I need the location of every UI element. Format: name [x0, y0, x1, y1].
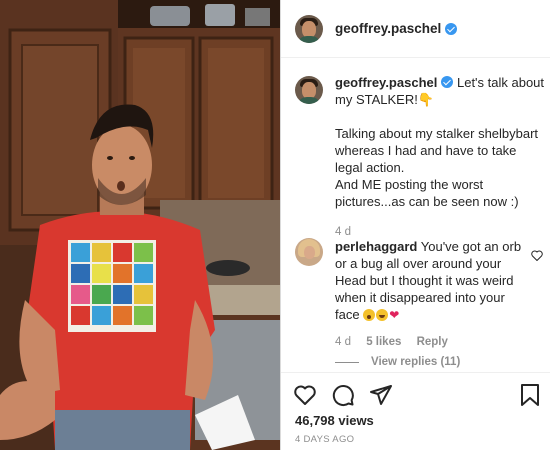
comment-item: perlehaggard You've got an orb or a bug … — [295, 238, 545, 351]
post-photo — [0, 0, 280, 450]
caption-body-2: And ME posting the worst pictures...as c… — [335, 177, 519, 209]
comment-age: 4 d — [335, 336, 351, 348]
paper-plane-icon[interactable] — [369, 383, 393, 407]
verified-icon — [445, 22, 458, 35]
view-count[interactable]: 46,798 views — [295, 413, 374, 428]
view-replies-label: View replies (11) — [371, 356, 461, 368]
red-heart-icon: ❤ — [389, 308, 400, 322]
reply-button[interactable]: Reply — [417, 336, 448, 348]
astonished-face-icon — [363, 309, 376, 321]
post-media[interactable] — [0, 0, 280, 450]
heart-icon[interactable] — [293, 383, 317, 407]
verified-icon — [441, 76, 454, 88]
post-header: geoffrey.paschel — [281, 0, 550, 58]
comment-username[interactable]: perlehaggard — [335, 239, 417, 254]
comment-like-heart-icon[interactable] — [531, 250, 543, 261]
bookmark-icon[interactable] — [519, 383, 541, 407]
post-timestamp: 4 DAYS AGO — [295, 434, 355, 445]
divider — [335, 361, 359, 363]
action-bar: 46,798 views 4 DAYS AGO — [281, 372, 550, 450]
view-replies-button[interactable]: View replies (11) — [335, 356, 460, 368]
post-panel: geoffrey.paschel geoffrey.paschel Let's … — [280, 0, 550, 450]
avatar[interactable] — [295, 14, 323, 43]
caption-body: Talking about my stalker shelbybart wher… — [335, 126, 539, 175]
comment-likes[interactable]: 5 likes — [366, 336, 401, 348]
caption-username[interactable]: geoffrey.paschel — [335, 75, 437, 90]
caption-avatar[interactable] — [295, 76, 323, 104]
post-caption: geoffrey.paschel Let's talk about my STA… — [295, 74, 545, 241]
comment-avatar[interactable] — [295, 238, 323, 266]
header-username[interactable]: geoffrey.paschel — [335, 21, 441, 36]
comment-icon[interactable] — [331, 383, 355, 407]
laughing-face-icon — [376, 309, 389, 321]
